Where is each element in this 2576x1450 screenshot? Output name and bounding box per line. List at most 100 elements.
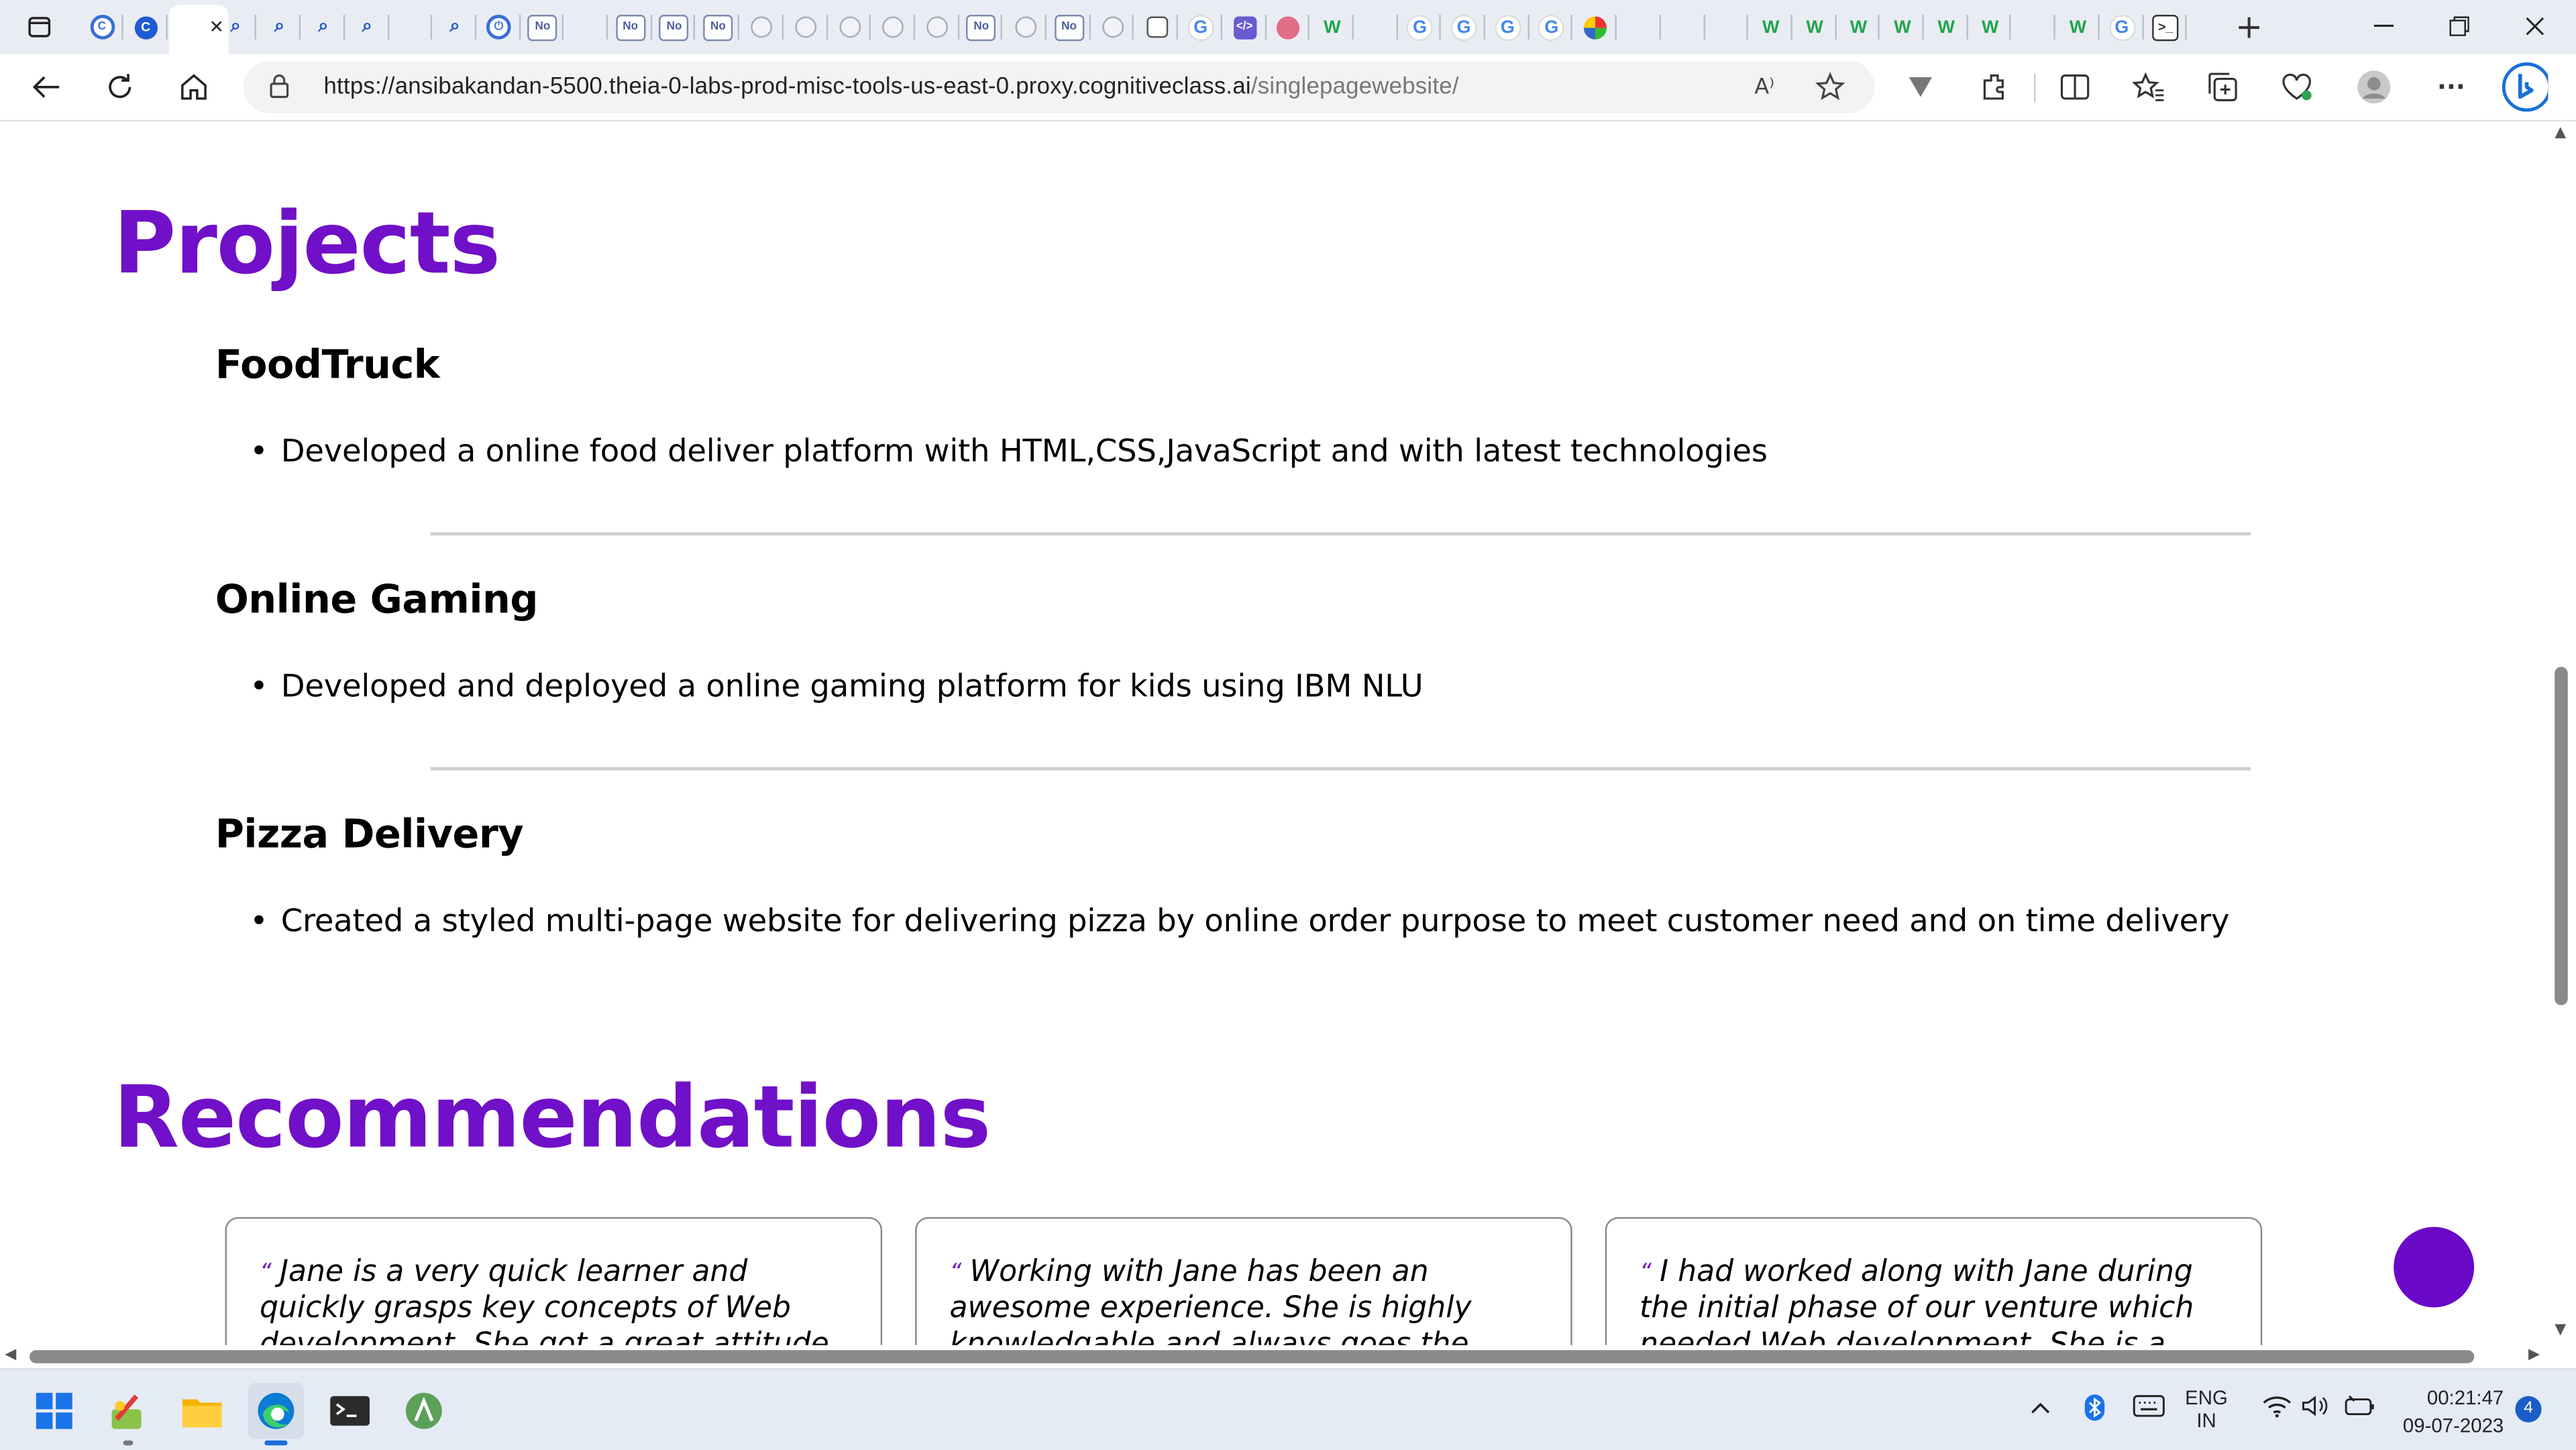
browser-tab[interactable]: >_: [2146, 7, 2188, 48]
vertical-scrollbar[interactable]: ▲ ▼: [2549, 121, 2576, 1345]
browser-tab[interactable]: [874, 7, 915, 48]
bluetooth-icon[interactable]: [2083, 1393, 2106, 1427]
pink-icon: [1277, 15, 1300, 39]
tab-separator: [2141, 15, 2143, 40]
windows-taskbar: ENG IN 00:21:47 09-07-2023 4: [0, 1368, 2576, 1450]
scroll-left-icon[interactable]: ◀: [5, 1347, 16, 1363]
browser-tab[interactable]: [1137, 7, 1179, 48]
google-icon: G: [1187, 13, 1214, 41]
browser-tab[interactable]: [1619, 7, 1661, 152]
restore-icon[interactable]: [2441, 10, 2477, 43]
url-text[interactable]: https://ansibakandan-5500.theia-0-labs-p…: [323, 74, 1458, 100]
horizontal-scroll-thumb[interactable]: [30, 1350, 2475, 1363]
refresh-icon[interactable]: [97, 64, 143, 111]
browser-tab[interactable]: G: [1181, 7, 1222, 48]
scroll-down-icon[interactable]: ▼: [2555, 1322, 2566, 1338]
browser-tab[interactable]: W: [1927, 7, 1968, 48]
volume-icon[interactable]: [2302, 1394, 2331, 1423]
browser-tab[interactable]: [918, 7, 959, 48]
close-window-icon[interactable]: [2517, 10, 2553, 43]
back-arrow-icon[interactable]: [23, 64, 69, 111]
browser-tab[interactable]: [742, 7, 784, 48]
windows-start-icon[interactable]: [26, 1383, 82, 1439]
vpn-shield-icon[interactable]: [1898, 64, 1944, 111]
settings-more-icon[interactable]: ···: [2428, 64, 2475, 111]
favorites-icon[interactable]: [2126, 64, 2172, 111]
new-tab-button[interactable]: +: [2231, 7, 2267, 46]
browser-tab[interactable]: W: [1839, 7, 1880, 48]
scroll-up-icon[interactable]: ▲: [2555, 125, 2566, 141]
battery-icon[interactable]: [2343, 1394, 2375, 1423]
browser-tab[interactable]: No: [655, 7, 696, 48]
browser-tab[interactable]: ⌕: [304, 7, 345, 48]
tab-actions-icon[interactable]: [21, 10, 58, 43]
keyboard-icon[interactable]: [2133, 1394, 2165, 1423]
scroll-right-icon[interactable]: ▶: [2528, 1347, 2540, 1363]
lock-icon[interactable]: [270, 74, 289, 105]
code-icon: </>: [1232, 15, 1256, 39]
favorite-star-icon[interactable]: [1812, 70, 1848, 103]
tab-separator: [431, 15, 433, 40]
browser-tab[interactable]: [1663, 7, 1705, 152]
browser-tab[interactable]: G: [2102, 7, 2143, 48]
browser-tab[interactable]: [566, 7, 608, 152]
browser-tab[interactable]: G: [1400, 7, 1442, 48]
browser-tab[interactable]: W: [1970, 7, 2012, 48]
collections-icon[interactable]: [2200, 64, 2246, 111]
browser-tab[interactable]: ⌕: [347, 7, 389, 48]
browser-tab[interactable]: ⌕: [260, 7, 301, 48]
edge-icon[interactable]: [248, 1383, 305, 1446]
android-studio-icon[interactable]: [396, 1383, 451, 1439]
file-explorer-icon[interactable]: [174, 1383, 230, 1439]
browser-tab[interactable]: [1093, 7, 1134, 48]
browser-tab[interactable]: No: [523, 7, 564, 48]
browser-tab[interactable]: No: [961, 7, 1003, 48]
paint-icon[interactable]: [100, 1383, 156, 1446]
browser-tab[interactable]: [2014, 7, 2055, 152]
browser-tab[interactable]: [786, 7, 828, 48]
show-hidden-icons-icon[interactable]: [2031, 1396, 2050, 1419]
profile-avatar-icon[interactable]: [2351, 64, 2398, 111]
browser-tab[interactable]: [1707, 7, 1749, 152]
wifi-icon[interactable]: [2262, 1394, 2292, 1423]
browser-tab[interactable]: C: [82, 7, 123, 48]
floating-action-button[interactable]: [2394, 1227, 2475, 1308]
browser-tab[interactable]: G: [1444, 7, 1485, 48]
home-icon[interactable]: [171, 64, 217, 111]
browser-tab[interactable]: W: [1751, 7, 1792, 48]
browser-tab[interactable]: G: [1488, 7, 1529, 48]
language-indicator[interactable]: ENG IN: [2185, 1386, 2228, 1433]
notification-badge[interactable]: 4: [2515, 1396, 2542, 1423]
browser-essentials-icon[interactable]: [2273, 64, 2320, 111]
browser-tab[interactable]: ⏻: [479, 7, 521, 48]
browser-tab[interactable]: No: [698, 7, 740, 48]
browser-tab[interactable]: [1269, 7, 1310, 48]
browser-tab[interactable]: [1356, 7, 1398, 152]
browser-tab[interactable]: [830, 7, 871, 48]
browser-tab[interactable]: W: [1312, 7, 1354, 48]
vertical-scroll-thumb[interactable]: [2555, 667, 2568, 1005]
clock[interactable]: 00:21:47 09-07-2023: [2396, 1385, 2504, 1441]
browser-tab[interactable]: ⌕: [435, 7, 476, 48]
horizontal-scrollbar[interactable]: ◀ ▶: [0, 1345, 2550, 1369]
read-aloud-icon[interactable]: A⁾: [1746, 70, 1782, 103]
browser-tab[interactable]: W: [1883, 7, 1924, 48]
browser-tab[interactable]: [1006, 7, 1047, 48]
split-screen-icon[interactable]: [2052, 64, 2098, 111]
browser-tab[interactable]: W: [2058, 7, 2100, 48]
bing-copilot-icon[interactable]: [2502, 62, 2548, 112]
tab-separator: [782, 15, 784, 40]
browser-tab[interactable]: [1576, 7, 1617, 48]
terminal-icon[interactable]: [322, 1383, 378, 1439]
extensions-icon[interactable]: [1972, 64, 2018, 111]
address-bar[interactable]: https://ansibakandan-5500.theia-0-labs-p…: [243, 60, 1875, 113]
browser-tab[interactable]: [391, 7, 433, 152]
browser-tab[interactable]: W: [1795, 7, 1836, 48]
browser-tab[interactable]: No: [1049, 7, 1091, 48]
browser-tab[interactable]: C: [126, 7, 168, 48]
browser-tab[interactable]: No: [610, 7, 652, 48]
browser-tab[interactable]: G: [1532, 7, 1573, 48]
browser-tab[interactable]: ⌕: [216, 7, 258, 48]
minimize-icon[interactable]: [2366, 10, 2402, 43]
browser-tab[interactable]: </>: [1225, 7, 1266, 48]
